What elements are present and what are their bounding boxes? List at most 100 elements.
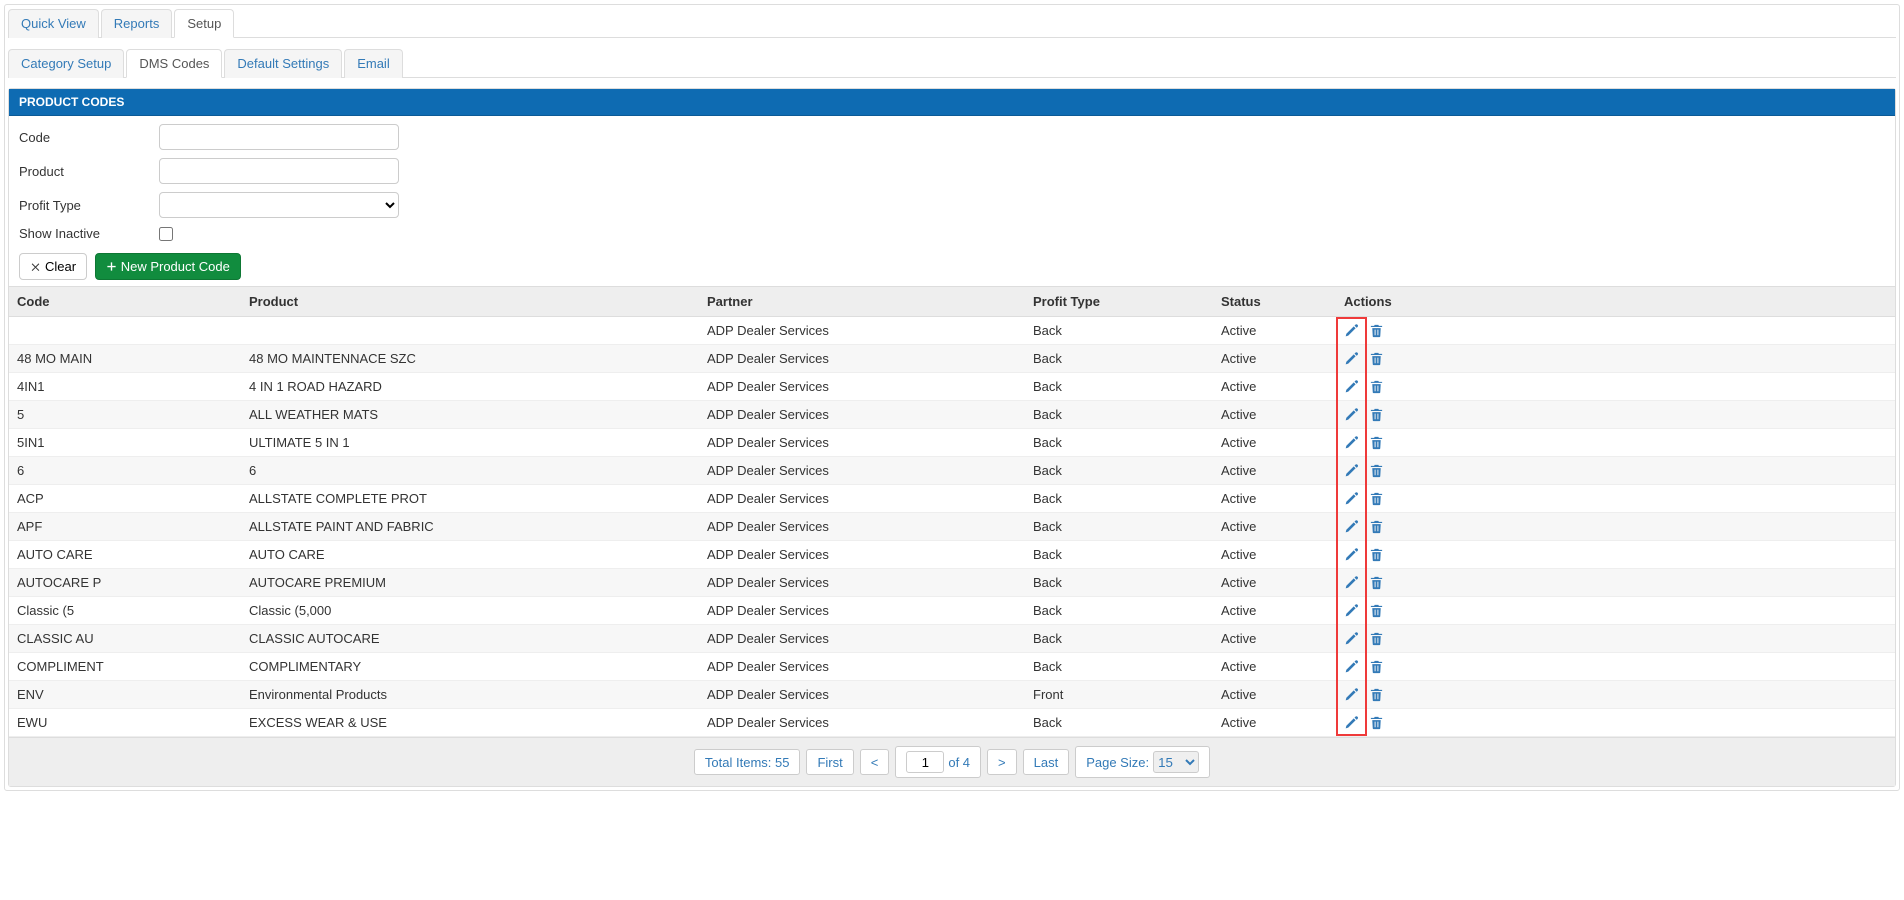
cell-partner: ADP Dealer Services	[699, 317, 1025, 345]
cell-partner: ADP Dealer Services	[699, 513, 1025, 541]
cell-partner: ADP Dealer Services	[699, 653, 1025, 681]
table-row: ENVEnvironmental ProductsADP Dealer Serv…	[9, 681, 1895, 709]
cell-status: Active	[1213, 569, 1336, 597]
cell-partner: ADP Dealer Services	[699, 569, 1025, 597]
edit-icon[interactable]	[1344, 407, 1359, 422]
subtab-category-setup[interactable]: Category Setup	[8, 49, 124, 78]
cell-profit_type: Back	[1025, 709, 1213, 737]
trash-icon[interactable]	[1369, 687, 1384, 702]
trash-icon[interactable]	[1369, 603, 1384, 618]
trash-icon[interactable]	[1369, 435, 1384, 450]
subtab-dms-codes[interactable]: DMS Codes	[126, 49, 222, 78]
cell-actions	[1336, 597, 1895, 625]
product-codes-panel: PRODUCT CODES Code Product Profit Type S…	[8, 88, 1896, 787]
header-partner[interactable]: Partner	[699, 287, 1025, 317]
cell-actions	[1336, 569, 1895, 597]
table-row: APFALLSTATE PAINT AND FABRICADP Dealer S…	[9, 513, 1895, 541]
trash-icon[interactable]	[1369, 351, 1384, 366]
pager-next[interactable]: >	[987, 749, 1017, 775]
tab-setup[interactable]: Setup	[174, 9, 234, 38]
cell-code: APF	[9, 513, 241, 541]
trash-icon[interactable]	[1369, 575, 1384, 590]
header-status[interactable]: Status	[1213, 287, 1336, 317]
table-row: ACPALLSTATE COMPLETE PROTADP Dealer Serv…	[9, 485, 1895, 513]
header-product[interactable]: Product	[241, 287, 699, 317]
edit-icon[interactable]	[1344, 715, 1359, 730]
pager-prev[interactable]: <	[860, 749, 890, 775]
edit-icon[interactable]	[1344, 351, 1359, 366]
trash-icon[interactable]	[1369, 715, 1384, 730]
trash-icon[interactable]	[1369, 519, 1384, 534]
cell-status: Active	[1213, 681, 1336, 709]
show-inactive-checkbox[interactable]	[159, 227, 173, 241]
trash-icon[interactable]	[1369, 463, 1384, 478]
tab-quick-view[interactable]: Quick View	[8, 9, 99, 38]
cell-code: 48 MO MAIN	[9, 345, 241, 373]
cell-product: 48 MO MAINTENNACE SZC	[241, 345, 699, 373]
cell-product: 4 IN 1 ROAD HAZARD	[241, 373, 699, 401]
header-profit-type[interactable]: Profit Type	[1025, 287, 1213, 317]
cell-profit_type: Back	[1025, 569, 1213, 597]
cell-actions	[1336, 345, 1895, 373]
table-row: 5IN1ULTIMATE 5 IN 1ADP Dealer ServicesBa…	[9, 429, 1895, 457]
cell-product: ALLSTATE COMPLETE PROT	[241, 485, 699, 513]
product-input[interactable]	[159, 158, 399, 184]
pager-first[interactable]: First	[806, 749, 853, 775]
edit-icon[interactable]	[1344, 463, 1359, 478]
cell-code: 5IN1	[9, 429, 241, 457]
cell-profit_type: Back	[1025, 625, 1213, 653]
edit-icon[interactable]	[1344, 659, 1359, 674]
cell-actions	[1336, 373, 1895, 401]
cell-code: 5	[9, 401, 241, 429]
edit-icon[interactable]	[1344, 687, 1359, 702]
edit-icon[interactable]	[1344, 547, 1359, 562]
cell-actions	[1336, 457, 1895, 485]
trash-icon[interactable]	[1369, 491, 1384, 506]
cell-profit_type: Back	[1025, 429, 1213, 457]
table-row: Classic (5Classic (5,000ADP Dealer Servi…	[9, 597, 1895, 625]
header-code[interactable]: Code	[9, 287, 241, 317]
cell-partner: ADP Dealer Services	[699, 541, 1025, 569]
cell-product: ULTIMATE 5 IN 1	[241, 429, 699, 457]
trash-icon[interactable]	[1369, 379, 1384, 394]
trash-icon[interactable]	[1369, 659, 1384, 674]
subtab-email[interactable]: Email	[344, 49, 403, 78]
pager-page-input[interactable]	[906, 751, 944, 773]
pager-last[interactable]: Last	[1023, 749, 1070, 775]
cell-status: Active	[1213, 541, 1336, 569]
pager-size-group: Page Size: 15	[1075, 746, 1210, 778]
edit-icon[interactable]	[1344, 379, 1359, 394]
cell-profit_type: Back	[1025, 373, 1213, 401]
clear-button-label: Clear	[45, 259, 76, 274]
cell-status: Active	[1213, 597, 1336, 625]
cell-code: EWU	[9, 709, 241, 737]
edit-icon[interactable]	[1344, 575, 1359, 590]
code-input[interactable]	[159, 124, 399, 150]
cell-partner: ADP Dealer Services	[699, 457, 1025, 485]
page-size-select[interactable]: 15	[1153, 751, 1199, 773]
cell-product: ALL WEATHER MATS	[241, 401, 699, 429]
edit-icon[interactable]	[1344, 631, 1359, 646]
subtab-default-settings[interactable]: Default Settings	[224, 49, 342, 78]
new-product-code-label: New Product Code	[121, 259, 230, 274]
new-product-code-button[interactable]: New Product Code	[95, 253, 241, 280]
profit-type-select[interactable]	[159, 192, 399, 218]
cell-actions	[1336, 401, 1895, 429]
edit-icon[interactable]	[1344, 603, 1359, 618]
cell-actions	[1336, 541, 1895, 569]
trash-icon[interactable]	[1369, 407, 1384, 422]
edit-icon[interactable]	[1344, 519, 1359, 534]
edit-icon[interactable]	[1344, 435, 1359, 450]
edit-icon[interactable]	[1344, 323, 1359, 338]
cell-profit_type: Back	[1025, 513, 1213, 541]
cell-profit_type: Back	[1025, 653, 1213, 681]
tab-reports[interactable]: Reports	[101, 9, 173, 38]
edit-icon[interactable]	[1344, 491, 1359, 506]
cell-actions	[1336, 429, 1895, 457]
trash-icon[interactable]	[1369, 631, 1384, 646]
trash-icon[interactable]	[1369, 323, 1384, 338]
trash-icon[interactable]	[1369, 547, 1384, 562]
clear-button[interactable]: Clear	[19, 253, 87, 280]
cell-status: Active	[1213, 625, 1336, 653]
cell-actions	[1336, 317, 1895, 345]
